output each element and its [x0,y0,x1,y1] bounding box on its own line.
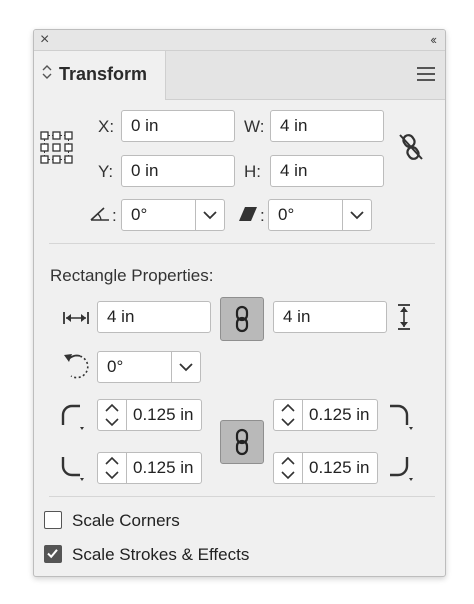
corner-tl-icon[interactable] [60,403,90,431]
divider [49,496,435,497]
rect-rotation-field[interactable]: 0° [97,351,172,383]
corner-tl-field[interactable]: 0.125 in [126,399,202,431]
chevron-down-icon [203,210,217,219]
checkmark-icon [47,549,58,559]
y-field[interactable]: 0 in [121,155,235,187]
scale-strokes-label: Scale Strokes & Effects [72,545,250,564]
link-icon [235,305,249,333]
corner-br-field[interactable]: 0.125 in [302,452,378,484]
tab-transform[interactable]: Transform [34,51,166,100]
shear-icon [238,206,258,222]
tab-row: Transform [34,51,445,100]
scale-corners-label: Scale Corners [72,511,180,530]
rect-height-field[interactable]: 4 in [273,301,387,333]
rect-width-field[interactable]: 4 in [97,301,211,333]
h-field[interactable]: 4 in [270,155,384,187]
rectangle-properties-title: Rectangle Properties: [50,266,214,285]
close-icon[interactable]: × [40,31,49,49]
chevron-down-icon [350,210,364,219]
panel-titlebar: × ‹‹ [34,30,445,51]
shear-angle-dropdown[interactable] [342,199,372,231]
x-label: X: [98,117,115,136]
corner-tr-field[interactable]: 0.125 in [302,399,378,431]
w-field[interactable]: 4 in [270,110,384,142]
h-label: H: [244,162,261,181]
height-arrows-icon [396,303,412,331]
corner-link-button[interactable] [220,420,264,464]
angle-colon: : [112,206,117,225]
scale-corners-checkbox[interactable] [44,511,62,529]
rect-link-button[interactable] [220,297,264,341]
angle-icon [89,206,111,222]
transform-panel: × ‹‹ Transform X: 0 in W: 4 in Y: 0 in H… [33,29,446,577]
corner-tl-stepper[interactable] [97,399,127,431]
rotate-angle-dropdown[interactable] [195,199,225,231]
link-icon [235,428,249,456]
rotate-angle-field[interactable]: 0° [121,199,196,231]
corner-br-icon[interactable] [386,454,416,482]
y-label: Y: [98,162,114,181]
tab-label: Transform [59,64,148,84]
rect-rotation-dropdown[interactable] [171,351,201,383]
collapse-icon[interactable]: ‹‹ [430,31,437,49]
tab-updown-icon [42,64,52,80]
corner-bl-field[interactable]: 0.125 in [126,452,202,484]
scale-strokes-checkbox[interactable] [44,545,62,563]
corner-tr-stepper[interactable] [273,399,303,431]
panel-menu-icon[interactable] [417,67,435,85]
corner-bl-icon[interactable] [60,454,90,482]
unlink-icon[interactable] [397,132,425,162]
chevron-down-icon [179,362,193,371]
rotate-arrow-icon [61,351,91,381]
divider [49,243,435,244]
w-label: W: [244,117,265,136]
shear-colon: : [260,206,265,225]
corner-tr-icon[interactable] [386,403,416,431]
width-arrows-icon [62,310,90,326]
corner-br-stepper[interactable] [273,452,303,484]
corner-bl-stepper[interactable] [97,452,127,484]
x-field[interactable]: 0 in [121,110,235,142]
reference-point-icon[interactable] [40,131,74,165]
shear-angle-field[interactable]: 0° [268,199,343,231]
